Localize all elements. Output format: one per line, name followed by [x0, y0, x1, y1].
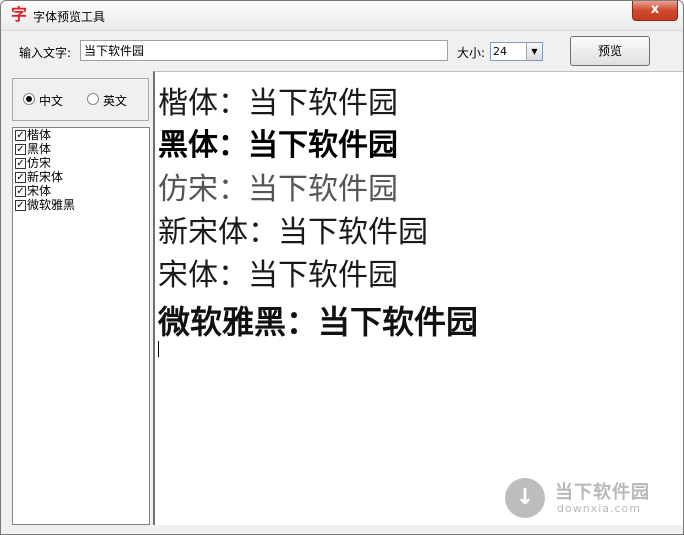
toolbar: 输入文字: 大小: 24 ▼ 预览 [1, 32, 683, 70]
size-label: 大小: [457, 46, 486, 60]
checkbox-heiti[interactable]: ✓ [15, 144, 26, 155]
font-item-label: 宋体 [27, 184, 52, 198]
watermark-name: 当下软件园 [555, 482, 650, 503]
size-value: 24 [493, 45, 507, 58]
radio-english[interactable] [87, 93, 99, 105]
size-select[interactable]: 24 ▼ [490, 42, 543, 61]
font-item-nsimsun[interactable]: ✓ 新宋体 [13, 170, 149, 184]
text-input[interactable] [80, 40, 448, 61]
checkbox-yahei[interactable]: ✓ [15, 200, 26, 211]
app-window: 字 字体预览工具 x 输入文字: 大小: 24 ▼ 预览 中文 英文 ✓ 楷体 … [0, 0, 684, 535]
download-icon: ↓ [505, 478, 545, 518]
checkbox-kaiti[interactable]: ✓ [15, 130, 26, 141]
checkbox-fangsong[interactable]: ✓ [15, 158, 26, 169]
font-item-heiti[interactable]: ✓ 黑体 [13, 142, 149, 156]
input-label: 输入文字: [19, 46, 72, 60]
preview-area[interactable]: 楷体：当下软件园 黑体：当下软件园 仿宋：当下软件园 新宋体：当下软件园 宋体：… [153, 71, 683, 525]
close-button[interactable]: x [632, 1, 678, 21]
preview-line-simsun: 宋体：当下软件园 [158, 259, 398, 292]
preview-line-kaiti: 楷体：当下软件园 [158, 86, 398, 121]
watermark: ↓ 当下软件园 downxia.com [503, 476, 673, 520]
radio-chinese-label[interactable]: 中文 [39, 92, 63, 109]
preview-line-fangsong: 仿宋：当下软件园 [158, 172, 398, 207]
preview-button[interactable]: 预览 [570, 36, 650, 66]
font-item-label: 黑体 [27, 142, 52, 156]
title-bar[interactable]: 字 字体预览工具 x [1, 1, 683, 31]
checkbox-simsun[interactable]: ✓ [15, 186, 26, 197]
radio-chinese[interactable] [23, 93, 35, 105]
app-icon: 字 [10, 5, 27, 24]
radio-english-label[interactable]: 英文 [103, 92, 127, 109]
font-item-label: 仿宋 [27, 156, 52, 170]
text-caret [158, 341, 159, 357]
font-item-fangsong[interactable]: ✓ 仿宋 [13, 156, 149, 170]
font-list: ✓ 楷体 ✓ 黑体 ✓ 仿宋 ✓ 新宋体 ✓ 宋体 ✓ 微软雅黑 [12, 127, 150, 525]
window-title: 字体预览工具 [33, 10, 106, 24]
checkbox-nsimsun[interactable]: ✓ [15, 172, 26, 183]
font-item-simsun[interactable]: ✓ 宋体 [13, 184, 149, 198]
font-item-yahei[interactable]: ✓ 微软雅黑 [13, 198, 149, 212]
font-item-kaiti[interactable]: ✓ 楷体 [13, 128, 149, 142]
chevron-down-icon[interactable]: ▼ [526, 43, 542, 60]
status-bar [1, 525, 683, 534]
font-item-label: 新宋体 [27, 170, 64, 184]
preview-line-nsimsun: 新宋体：当下软件园 [158, 216, 428, 249]
watermark-url: downxia.com [557, 502, 641, 515]
preview-line-yahei: 微软雅黑：当下软件园 [158, 304, 479, 340]
language-panel: 中文 英文 [12, 78, 149, 121]
preview-line-heiti: 黑体：当下软件园 [158, 128, 398, 163]
font-item-label: 楷体 [27, 128, 52, 142]
font-item-label: 微软雅黑 [27, 198, 76, 212]
